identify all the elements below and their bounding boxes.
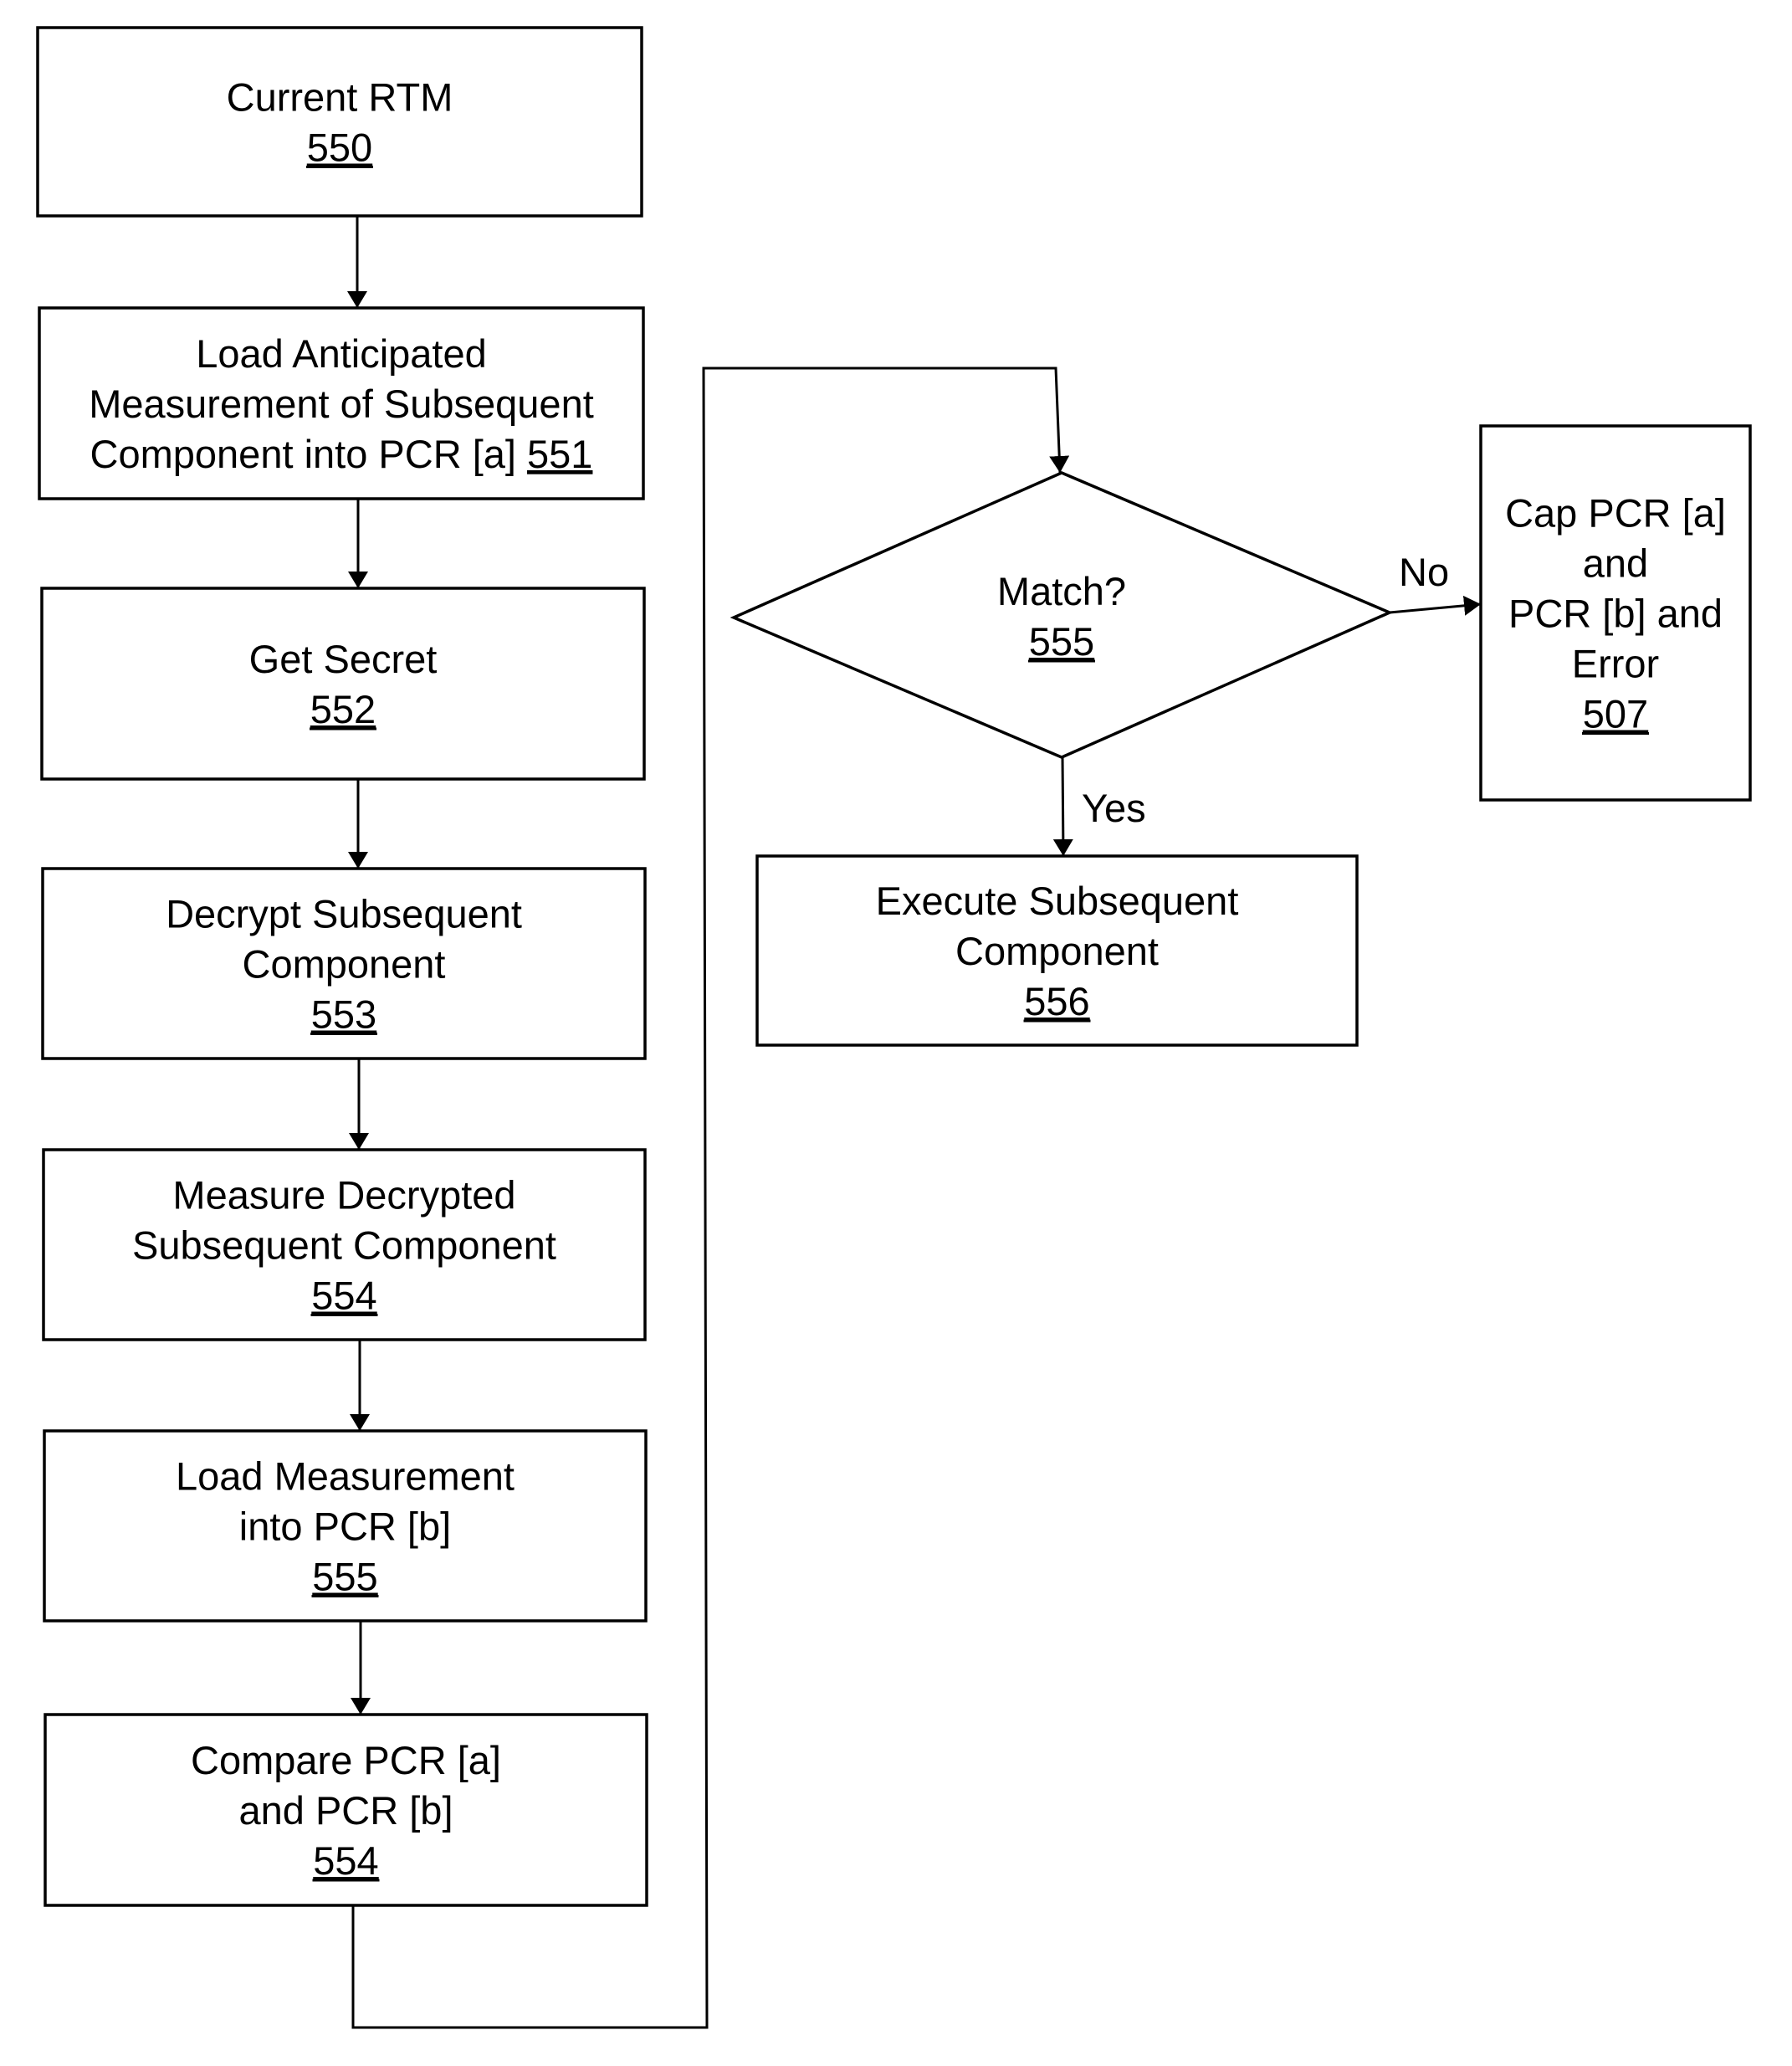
edge-label-yes: Yes [1082,786,1146,830]
node-label-line: Execute Subsequent [876,879,1239,923]
reference-number: 550 [307,126,372,170]
process-node-551: Load Anticipated Measurement of Subsequen… [38,306,645,500]
node-label-line: and PCR [b] [238,1788,453,1833]
node-label-line: Component [955,929,1159,973]
process-node-554: Compare PCR [a] and PCR [b] 554 [44,1713,648,1907]
reference-number: 554 [311,1274,376,1318]
decision-node-555: Match? 555 [730,471,1394,759]
node-label-line: Cap PCR [a] [1505,491,1726,536]
process-node-554: Measure Decrypted Subsequent Component 554 [42,1148,647,1341]
node-label-line: Error [1572,642,1659,686]
reference-number: 552 [310,687,376,731]
process-node-556: Execute Subsequent Component 556 [755,854,1359,1047]
decision-diamond [730,471,1394,759]
process-node-550: Current RTM 550 [36,26,643,218]
node-label-line: Get Secret [249,637,438,681]
node-label-line: Compare PCR [a] [191,1738,501,1782]
reference-number: 554 [313,1838,378,1883]
process-node-555: Load Measurement into PCR [b] 555 [43,1429,648,1623]
node-label-line: Current RTM [227,75,453,120]
reference-number: 555 [312,1555,377,1599]
process-node-507: Cap PCR [a] and PCR [b] and Error 507 [1479,424,1752,802]
node-label-line: Measurement of Subsequent [89,382,594,426]
node-label-line: Component into PCR [a] 551 [90,432,593,476]
edge-label-no: No [1399,550,1449,594]
reference-number: 555 [1029,619,1094,664]
connector-arrow [1389,595,1482,616]
process-node-552: Get Secret 552 [40,587,646,781]
reference-number: 551 [527,432,592,476]
process-node-553: Decrypt Subsequent Component 553 [41,867,647,1060]
node-label-line: and [1583,541,1648,586]
node-label-text: Component into PCR [a] [90,432,528,476]
process-box [36,26,643,218]
reference-number: 556 [1024,979,1089,1023]
flowchart: Current RTM 550 Load Anticipated Measuremen… [36,26,1752,2029]
node-label-line: PCR [b] and [1508,592,1723,636]
node-label-line: into PCR [b] [239,1505,451,1549]
node-label-line: Decrypt Subsequent [166,892,522,936]
node-label-line: Measure Decrypted [172,1173,515,1218]
node-label-line: Match? [997,569,1126,613]
node-label-line: Load Measurement [176,1454,515,1499]
process-box [40,587,646,781]
node-label-line: Component [243,942,446,987]
reference-number: 553 [311,992,376,1037]
node-label-line: Subsequent Component [132,1223,556,1268]
connector-arrow [1052,756,1073,857]
nodes-layer: Current RTM 550 Load Anticipated Measuremen… [36,26,1752,1907]
reference-number: 507 [1583,692,1648,736]
node-label-line: Load Anticipated [196,331,487,376]
